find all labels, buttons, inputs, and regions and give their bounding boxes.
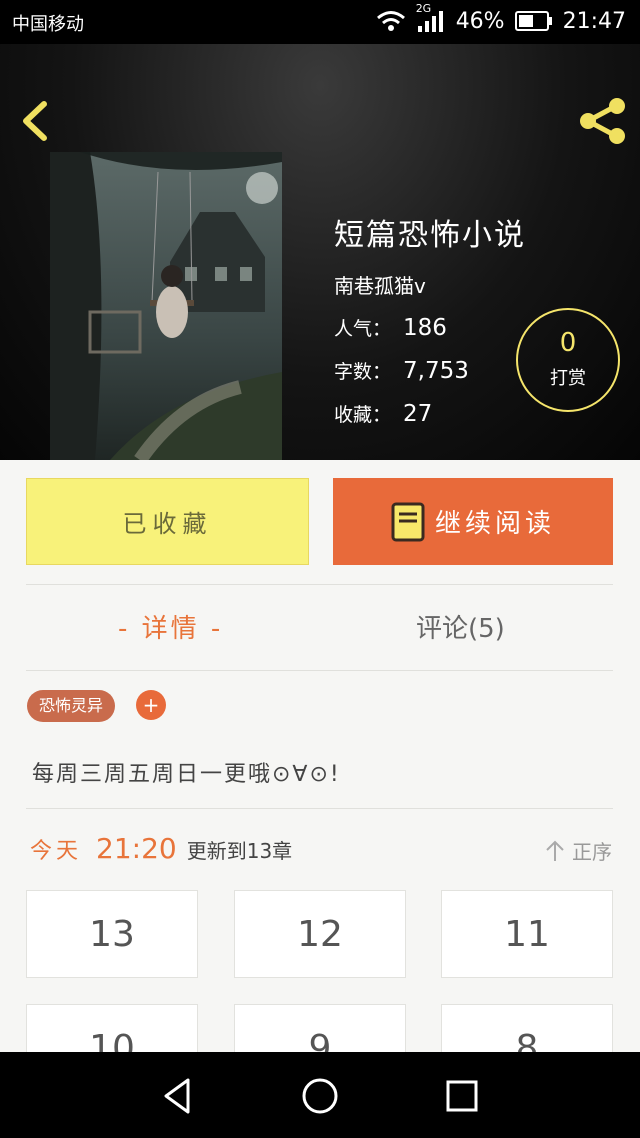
reward-label: 打赏 (550, 368, 586, 389)
network-type: 2G (415, 2, 432, 15)
tab-detail[interactable]: - 详情 - (118, 608, 223, 645)
update-time: 21:20 (96, 832, 177, 865)
book-icon (391, 502, 425, 541)
signal-indicator: 2G (416, 2, 446, 34)
add-tag-button[interactable]: + (136, 690, 166, 720)
share-button[interactable] (576, 96, 630, 146)
battery-percent: 46% (455, 8, 505, 34)
status-right: 2G 46% 21:47 (376, 2, 626, 34)
nav-home-icon[interactable] (300, 1076, 340, 1116)
status-bar: 中国移动 2G 46% 21:47 (0, 0, 640, 44)
nav-back-icon[interactable] (158, 1076, 198, 1116)
chevron-left-icon (23, 101, 47, 141)
divider (26, 584, 613, 585)
cover-image (50, 152, 282, 460)
update-info: 今天 21:20 更新到13章 (30, 832, 292, 865)
clock: 21:47 (562, 8, 626, 34)
battery-icon (514, 11, 552, 31)
tab-comments[interactable]: 评论(5) (416, 608, 505, 645)
arrow-up-icon (546, 840, 564, 861)
nav-recent-icon[interactable] (442, 1076, 482, 1116)
stat-value: 186 (403, 315, 447, 341)
system-nav-bar (0, 1052, 640, 1138)
sort-order-label: 正序 (572, 840, 612, 864)
update-text: 更新到13章 (186, 839, 293, 863)
share-icon (580, 98, 625, 144)
reward-count: 0 (559, 328, 577, 358)
chapter-button[interactable]: 13 (26, 890, 198, 978)
favorited-label: 已收藏 (122, 510, 213, 538)
chapter-button[interactable]: 12 (234, 890, 406, 978)
book-author[interactable]: 南巷孤猫v (334, 270, 426, 299)
stat-value: 27 (403, 401, 433, 427)
divider (26, 808, 613, 809)
stat-value: 7,753 (403, 358, 469, 384)
book-description: 每周三周五周日一更哦⊙∀⊙! (32, 762, 341, 787)
continue-reading-button[interactable]: 继续阅读 (333, 478, 613, 565)
tag-chip[interactable]: 恐怖灵异 (27, 690, 116, 722)
continue-reading-label: 继续阅读 (434, 509, 555, 539)
stat-favorites: 收藏： 27 (334, 400, 432, 427)
book-cover[interactable] (50, 152, 282, 460)
stat-popularity: 人气： 186 (334, 314, 447, 341)
back-button[interactable] (16, 98, 56, 144)
book-header: 短篇恐怖小说 南巷孤猫v 人气： 186 字数： 7,753 收藏： 27 0 … (0, 44, 640, 460)
carrier-name: 中国移动 (12, 14, 84, 35)
stat-label: 人气： (334, 318, 392, 340)
divider (26, 670, 613, 671)
favorited-button[interactable]: 已收藏 (26, 478, 309, 565)
wifi-icon (376, 11, 405, 31)
sort-order-button[interactable]: 正序 (544, 836, 612, 865)
update-day: 今天 (30, 839, 83, 864)
book-title: 短篇恐怖小说 (334, 218, 526, 253)
stat-label: 字数： (334, 361, 392, 383)
chapter-button[interactable]: 11 (441, 890, 613, 978)
stat-label: 收藏： (334, 404, 392, 426)
reward-button[interactable]: 0 打赏 (516, 308, 620, 412)
stat-word-count: 字数： 7,753 (334, 357, 469, 384)
